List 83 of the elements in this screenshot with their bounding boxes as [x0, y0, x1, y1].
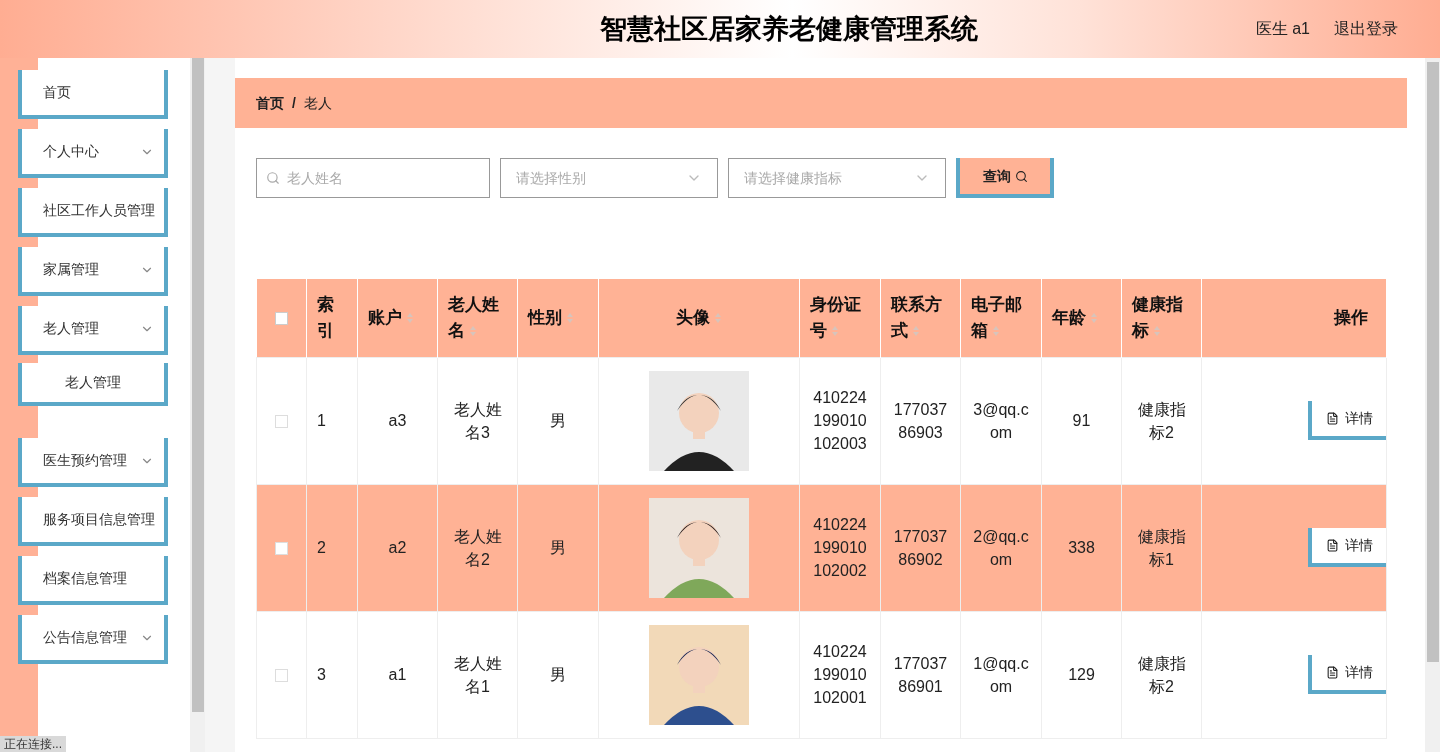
detail-button[interactable]: 详情 — [1308, 528, 1386, 567]
breadcrumb-link[interactable]: 老人 — [303, 92, 332, 114]
sidebar-subitem[interactable]: 老人管理 — [18, 363, 168, 406]
table-cell: 男 — [550, 412, 566, 429]
column-header[interactable]: 操作 — [1201, 279, 1387, 357]
table-row[interactable]: 2 a2 老人姓名2 男 410224199010102002 17703786902 2@qq.com 338 健康指标1 详情 — [256, 484, 1387, 611]
column-header[interactable]: 账户 — [357, 279, 438, 357]
table-cell: 2 — [317, 539, 326, 556]
breadcrumb-link[interactable]: 首页 — [256, 92, 284, 114]
column-header[interactable]: 年龄 — [1041, 279, 1122, 357]
sidebar-item[interactable]: 档案信息管理 — [18, 556, 168, 605]
breadcrumb-separator: / — [292, 93, 296, 113]
detail-button[interactable]: 详情 — [1308, 655, 1386, 694]
column-header[interactable]: 性别 — [517, 279, 599, 357]
scrollbar-thumb[interactable] — [1426, 62, 1439, 662]
sort-icon[interactable] — [714, 312, 722, 325]
document-icon — [1326, 666, 1339, 679]
sort-icon[interactable] — [831, 325, 839, 338]
table-cell: 338 — [1068, 539, 1095, 556]
sort-icon[interactable] — [406, 312, 414, 325]
table-cell: 男 — [550, 666, 566, 683]
sort-icon[interactable] — [912, 325, 920, 338]
table-row[interactable]: 1 a3 老人姓名3 男 410224199010102003 17703786903 3@qq.com 91 健康指标2 详情 — [256, 357, 1387, 484]
row-checkbox[interactable] — [275, 541, 288, 555]
table-row[interactable]: 3 a1 老人姓名1 男 410224199010102001 17703786901 1@qq.com 129 健康指标2 详情 — [256, 611, 1387, 738]
table-cell: 男 — [550, 539, 566, 556]
sidebar-item[interactable]: 服务项目信息管理 — [18, 497, 168, 546]
sort-icon[interactable] — [566, 312, 574, 325]
table-cell: a2 — [388, 539, 407, 556]
sidebar-item[interactable]: 社区工作人员管理 — [18, 188, 168, 237]
table-cell: 1 — [317, 412, 326, 429]
search-icon — [266, 171, 280, 185]
sort-icon[interactable] — [1090, 312, 1098, 325]
column-header[interactable]: 索引 — [306, 279, 358, 357]
search-icon — [1014, 169, 1028, 183]
table-cell: 17703786902 — [893, 527, 948, 568]
column-header[interactable]: 健康指标 — [1121, 279, 1202, 357]
column-header[interactable]: 头像 — [598, 279, 800, 357]
table-cell: 老人姓名3 — [453, 400, 502, 441]
table-cell: 3 — [317, 666, 326, 683]
column-header[interactable]: 电子邮箱 — [960, 279, 1042, 357]
sidebar-item[interactable]: 家属管理 — [18, 247, 168, 296]
table-cell: 健康指标2 — [1137, 400, 1186, 441]
sidebar-item[interactable]: 医生预约管理 — [18, 438, 168, 487]
logout-link[interactable]: 退出登录 — [1334, 17, 1398, 41]
column-header[interactable]: 身份证号 — [799, 279, 881, 357]
sidebar-item[interactable]: 公告信息管理 — [18, 615, 168, 664]
table-cell: 129 — [1068, 666, 1095, 683]
name-search-field[interactable]: 老人姓名 — [256, 158, 490, 198]
sort-icon[interactable] — [469, 325, 477, 338]
table-cell: 410224199010102002 — [813, 516, 867, 579]
table-cell: 老人姓名2 — [453, 527, 502, 568]
sort-icon[interactable] — [992, 325, 1000, 338]
sidebar-item[interactable]: 首页 — [18, 70, 168, 119]
scrollbar-thumb[interactable] — [191, 58, 204, 712]
search-button[interactable]: 查询 — [956, 158, 1054, 198]
table-cell: 老人姓名1 — [453, 654, 502, 695]
table-cell: 健康指标1 — [1137, 527, 1186, 568]
row-checkbox[interactable] — [275, 414, 288, 428]
select-all-checkbox[interactable] — [274, 312, 288, 325]
table-cell: 17703786903 — [893, 400, 948, 441]
table-cell: 健康指标2 — [1137, 654, 1186, 695]
column-header[interactable]: 联系方式 — [880, 279, 961, 357]
user-name: 医生 a1 — [1255, 19, 1310, 39]
table-cell: 410224199010102001 — [813, 643, 867, 706]
document-icon — [1326, 539, 1339, 552]
detail-button[interactable]: 详情 — [1308, 401, 1386, 440]
sort-icon[interactable] — [1153, 325, 1161, 338]
table-cell: a1 — [388, 666, 407, 683]
table-cell: 91 — [1072, 412, 1091, 429]
table-cell: 17703786901 — [893, 654, 948, 695]
document-icon — [1326, 412, 1339, 425]
table-cell: 2@qq.com — [973, 527, 1029, 568]
table-cell: 1@qq.com — [973, 654, 1029, 695]
column-header[interactable]: 老人姓名 — [437, 279, 518, 357]
table-cell: 410224199010102003 — [813, 389, 867, 452]
table-cell: 3@qq.com — [973, 400, 1029, 441]
status-text: 正在连接... — [0, 736, 66, 752]
row-checkbox[interactable] — [275, 668, 288, 682]
app-title: 智慧社区居家养老健康管理系统 — [600, 12, 978, 46]
sidebar-item[interactable]: 老人管理 — [18, 306, 168, 355]
table-cell: a3 — [388, 412, 407, 429]
sidebar-item[interactable]: 个人中心 — [18, 129, 168, 178]
